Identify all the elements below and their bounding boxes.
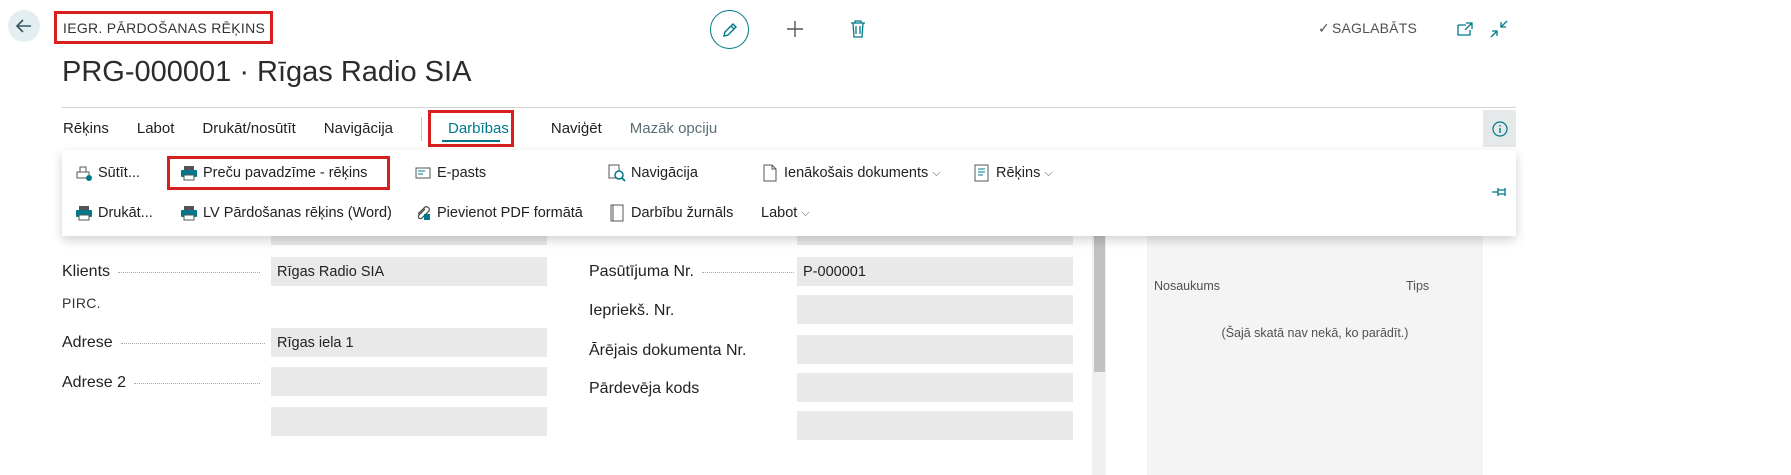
highlight-box-darbibas [428, 110, 514, 147]
menu-navieget[interactable]: Naviģēt [523, 120, 616, 137]
printer-icon [75, 204, 93, 222]
leader-dots [120, 342, 265, 344]
factbox-empty-text: (Šajā skatā nav nekā, ko parādīt.) [1221, 326, 1409, 340]
menu-labot[interactable]: Labot [123, 120, 189, 137]
pencil-icon [722, 22, 737, 37]
action-label: Labot [761, 205, 798, 221]
action-label: Drukāt... [98, 205, 153, 221]
action-pievienot-pdf[interactable]: Pievienot PDF formātā [414, 201, 583, 225]
field-label-text: Pārdevēja kods [589, 380, 700, 397]
action-labot-group[interactable]: Labot ⌵ [761, 201, 810, 225]
action-bar: Rēķins Labot Drukāt/nosūtīt Navigācija D… [62, 107, 1516, 149]
open-new-window-button[interactable] [1452, 16, 1478, 42]
trash-icon [851, 20, 865, 38]
action-rekins-group[interactable]: Rēķins ⌵ [973, 161, 1053, 185]
action-label: LV Pārdošanas rēķins (Word) [203, 205, 392, 221]
field-ieprieks-nr-input[interactable] [797, 295, 1073, 324]
divider [421, 116, 422, 141]
menu-navigacija[interactable]: Navigācija [310, 120, 407, 137]
action-label: Rēķins [996, 165, 1041, 181]
attach-icon [414, 204, 432, 222]
less-options-link[interactable]: Mazāk opciju [616, 120, 732, 137]
action-label: Darbību žurnāls [631, 205, 734, 221]
factbox-toggle-button[interactable] [1483, 110, 1516, 147]
chevron-down-icon: ⌵ [801, 206, 810, 219]
highlight-box-precu-pavadzime [167, 156, 390, 190]
scroll-thumb[interactable] [1094, 236, 1105, 372]
field-label-text: Adrese 2 [62, 374, 127, 391]
field-label-klients: Klients [62, 263, 261, 281]
field-label-text: Pasūtījuma Nr. [589, 263, 694, 280]
action-e-pasts[interactable]: E-pasts [414, 161, 486, 185]
field-label-text: Iepriekš. Nr. [589, 302, 675, 319]
field-label-pasutijuma-nr: Pasūtījuma Nr. [589, 263, 794, 281]
leader-dots [134, 382, 261, 384]
action-ienakosais-dokuments[interactable]: Ienākošais dokuments ⌵ [761, 161, 941, 185]
pin-icon [1492, 188, 1506, 196]
section-caption: PIRC. [62, 295, 101, 311]
action-lv-pardosanas-rekins-word[interactable]: LV Pārdošanas rēķins (Word) [180, 201, 392, 225]
menu-rekins[interactable]: Rēķins [62, 120, 123, 137]
field-extra-input[interactable] [797, 411, 1073, 440]
action-sutit[interactable]: Sūtīt... [75, 161, 140, 185]
menu-drukat-nosutit[interactable]: Drukāt/nosūtīt [188, 120, 309, 137]
page-title: PRG-000001 · Rīgas Radio SIA [62, 56, 472, 88]
send-print-icon [75, 164, 93, 182]
plus-icon [787, 21, 803, 37]
action-label: Navigācija [631, 165, 698, 181]
field-label-adrese2: Adrese 2 [62, 374, 261, 392]
field-pasutijuma-nr-input[interactable]: P-000001 [797, 257, 1073, 286]
action-label: Pievienot PDF formātā [437, 205, 583, 221]
info-icon [1491, 120, 1508, 137]
chevron-down-icon: ⌵ [1044, 166, 1053, 179]
page-caption-text: IEGR. PĀRDOŠANAS RĒĶINS [63, 19, 266, 36]
new-button[interactable] [782, 16, 808, 42]
edit-button[interactable] [710, 10, 749, 49]
open-in-new-window-icon [1457, 22, 1473, 36]
page-caption: IEGR. PĀRDOŠANAS RĒĶINS [54, 11, 273, 44]
field-label-ieprieks-nr: Iepriekš. Nr. [589, 302, 674, 320]
field-label-adrese: Adrese [62, 334, 265, 352]
field-label-text: Adrese [62, 334, 113, 351]
leader-dots [118, 271, 261, 273]
find-entries-icon [608, 164, 626, 182]
field-adrese2-input[interactable] [271, 367, 547, 396]
email-icon [414, 164, 432, 182]
action-darbibu-zurnals[interactable]: Darbību žurnāls [608, 201, 733, 225]
chevron-down-icon: ⌵ [932, 166, 941, 179]
invoice-icon [973, 164, 991, 182]
field-label-pardeveja-kods: Pārdevēja kods [589, 380, 699, 398]
log-icon [608, 204, 626, 222]
document-icon [761, 164, 779, 182]
action-label: E-pasts [437, 165, 487, 181]
arrow-left-icon [15, 19, 31, 33]
checkmark-icon: ✓ [1318, 20, 1330, 36]
action-label: Ienākošais dokuments [784, 165, 929, 181]
leader-dots [701, 271, 794, 273]
field-klients-input[interactable]: Rīgas Radio SIA [271, 257, 547, 286]
action-drukat[interactable]: Drukāt... [75, 201, 153, 225]
printer-icon [180, 204, 198, 222]
field-label-arejais-dok-nr: Ārējais dokumenta Nr. [589, 342, 746, 360]
saved-status-text: SAGLABĀTS [1331, 20, 1417, 36]
collapse-button[interactable] [1486, 16, 1512, 42]
field-arejais-dok-nr-input[interactable] [797, 335, 1073, 364]
saved-status: ✓ SAGLABĀTS [1318, 20, 1417, 37]
factbox-col-name: Nosaukums [1154, 279, 1220, 293]
factbox-panel [1147, 236, 1483, 475]
collapse-icon [1490, 20, 1508, 38]
pin-actions-button[interactable] [1490, 182, 1510, 202]
back-button[interactable] [8, 10, 40, 42]
delete-button[interactable] [845, 16, 871, 42]
field-pardeveja-kods-input[interactable] [797, 373, 1073, 402]
action-label: Sūtīt... [98, 165, 140, 181]
field-label-text: Klients [62, 263, 111, 280]
field-label-text: Ārējais dokumenta Nr. [589, 342, 747, 359]
field-pilseta-input[interactable] [271, 407, 547, 436]
action-navigacija[interactable]: Navigācija [608, 161, 698, 185]
factbox-col-type: Tips [1406, 279, 1430, 293]
field-adrese-input[interactable]: Rīgas iela 1 [271, 328, 547, 357]
